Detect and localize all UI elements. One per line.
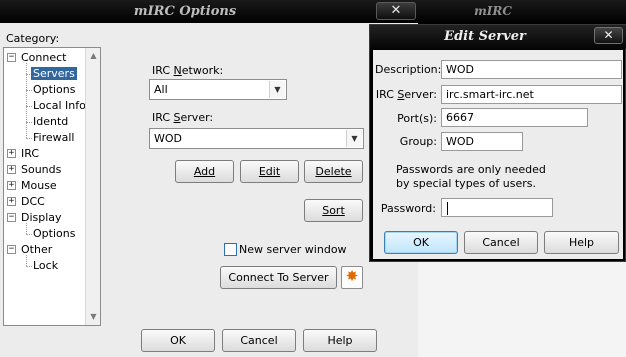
tree-item-local-info[interactable]: Local Info (33, 99, 86, 113)
fire-icon[interactable]: ✸ (341, 266, 363, 289)
irc-network-value: All (154, 83, 168, 96)
tree-item-display-options[interactable]: Options (33, 227, 75, 241)
chevron-down-icon[interactable]: ▼ (269, 81, 285, 98)
expand-icon[interactable]: + (7, 181, 16, 190)
main-close-button[interactable]: ✕ (376, 2, 416, 20)
expand-icon[interactable]: + (7, 149, 16, 158)
tree-connector (26, 234, 32, 235)
password-input[interactable] (441, 198, 553, 217)
scroll-down-icon[interactable]: ▼ (86, 309, 101, 324)
irc-network-label: IRC Network: (152, 64, 224, 77)
edit-server-title: Edit Server (444, 29, 526, 44)
tree-item-mouse[interactable]: Mouse (21, 179, 57, 193)
help-button[interactable]: Help (303, 329, 377, 352)
connect-to-server-button[interactable]: Connect To Server (220, 266, 337, 289)
edit-server-close-button[interactable]: ✕ (594, 27, 623, 44)
tree-item-lock[interactable]: Lock (33, 259, 58, 273)
edit-server-client-area (373, 50, 623, 259)
cancel-button[interactable]: Cancel (222, 329, 296, 352)
irc-network-select[interactable]: All ▼ (149, 79, 287, 100)
password-label: Password: (380, 202, 436, 215)
add-button[interactable]: Add (175, 160, 234, 183)
background-window-client (418, 260, 626, 357)
category-label: Category: (6, 32, 60, 45)
tree-connector (26, 266, 32, 267)
chevron-down-icon[interactable]: ▼ (346, 130, 362, 147)
irc-server-select[interactable]: WOD ▼ (149, 128, 364, 149)
tree-item-irc[interactable]: IRC (21, 147, 39, 161)
tree-item-firewall[interactable]: Firewall (33, 131, 74, 145)
tree-item-dcc[interactable]: DCC (21, 195, 45, 209)
sort-button[interactable]: Sort (304, 199, 363, 222)
irc-server-field-label: IRC Server: (375, 88, 437, 101)
group-input[interactable]: WOD (441, 132, 523, 151)
password-note: Passwords are only needed by special typ… (396, 163, 546, 190)
tree-connector (26, 90, 32, 91)
edit-server-ok-button[interactable]: OK (384, 231, 458, 254)
new-server-window-checkbox[interactable] (224, 243, 237, 256)
ports-label: Port(s): (397, 112, 437, 125)
main-window-title: mIRC Options (133, 4, 237, 19)
text-caret (447, 202, 448, 215)
scroll-up-icon[interactable]: ▲ (86, 48, 101, 63)
tree-item-identd[interactable]: Identd (33, 115, 68, 129)
expand-icon[interactable]: + (7, 165, 16, 174)
description-input[interactable]: WOD (441, 60, 622, 79)
ports-input[interactable]: 6667 (441, 108, 588, 127)
tree-connector (26, 122, 32, 123)
edit-button[interactable]: Edit (240, 160, 299, 183)
tree-item-servers[interactable]: Servers (31, 67, 77, 81)
new-server-window-label: New server window (239, 243, 347, 256)
irc-server-value: WOD (154, 132, 183, 145)
close-icon: ✕ (390, 3, 402, 18)
background-window-title: mIRC (474, 4, 512, 18)
tree-connector (26, 106, 32, 107)
delete-button[interactable]: Delete (304, 160, 363, 183)
expand-icon[interactable]: + (7, 197, 16, 206)
tree-item-display[interactable]: Display (21, 211, 62, 225)
collapse-icon[interactable]: − (7, 213, 16, 222)
description-label: Description: (375, 63, 442, 76)
tree-item-connect[interactable]: Connect (21, 51, 66, 65)
edit-server-help-button[interactable]: Help (544, 231, 619, 254)
edit-server-cancel-button[interactable]: Cancel (464, 231, 538, 254)
irc-server-label: IRC Server: (152, 111, 214, 124)
tree-connector (26, 138, 32, 139)
tree-item-options[interactable]: Options (33, 83, 75, 97)
close-icon: ✕ (603, 28, 614, 42)
ok-button[interactable]: OK (141, 329, 215, 352)
tree-item-sounds[interactable]: Sounds (21, 163, 61, 177)
tree-item-other[interactable]: Other (21, 243, 52, 257)
collapse-icon[interactable]: − (7, 245, 16, 254)
group-label: Group: (399, 135, 437, 148)
irc-server-input[interactable]: irc.smart-irc.net (441, 85, 622, 104)
collapse-icon[interactable]: − (7, 53, 16, 62)
tree-scrollbar[interactable]: ▲ ▼ (85, 48, 100, 325)
